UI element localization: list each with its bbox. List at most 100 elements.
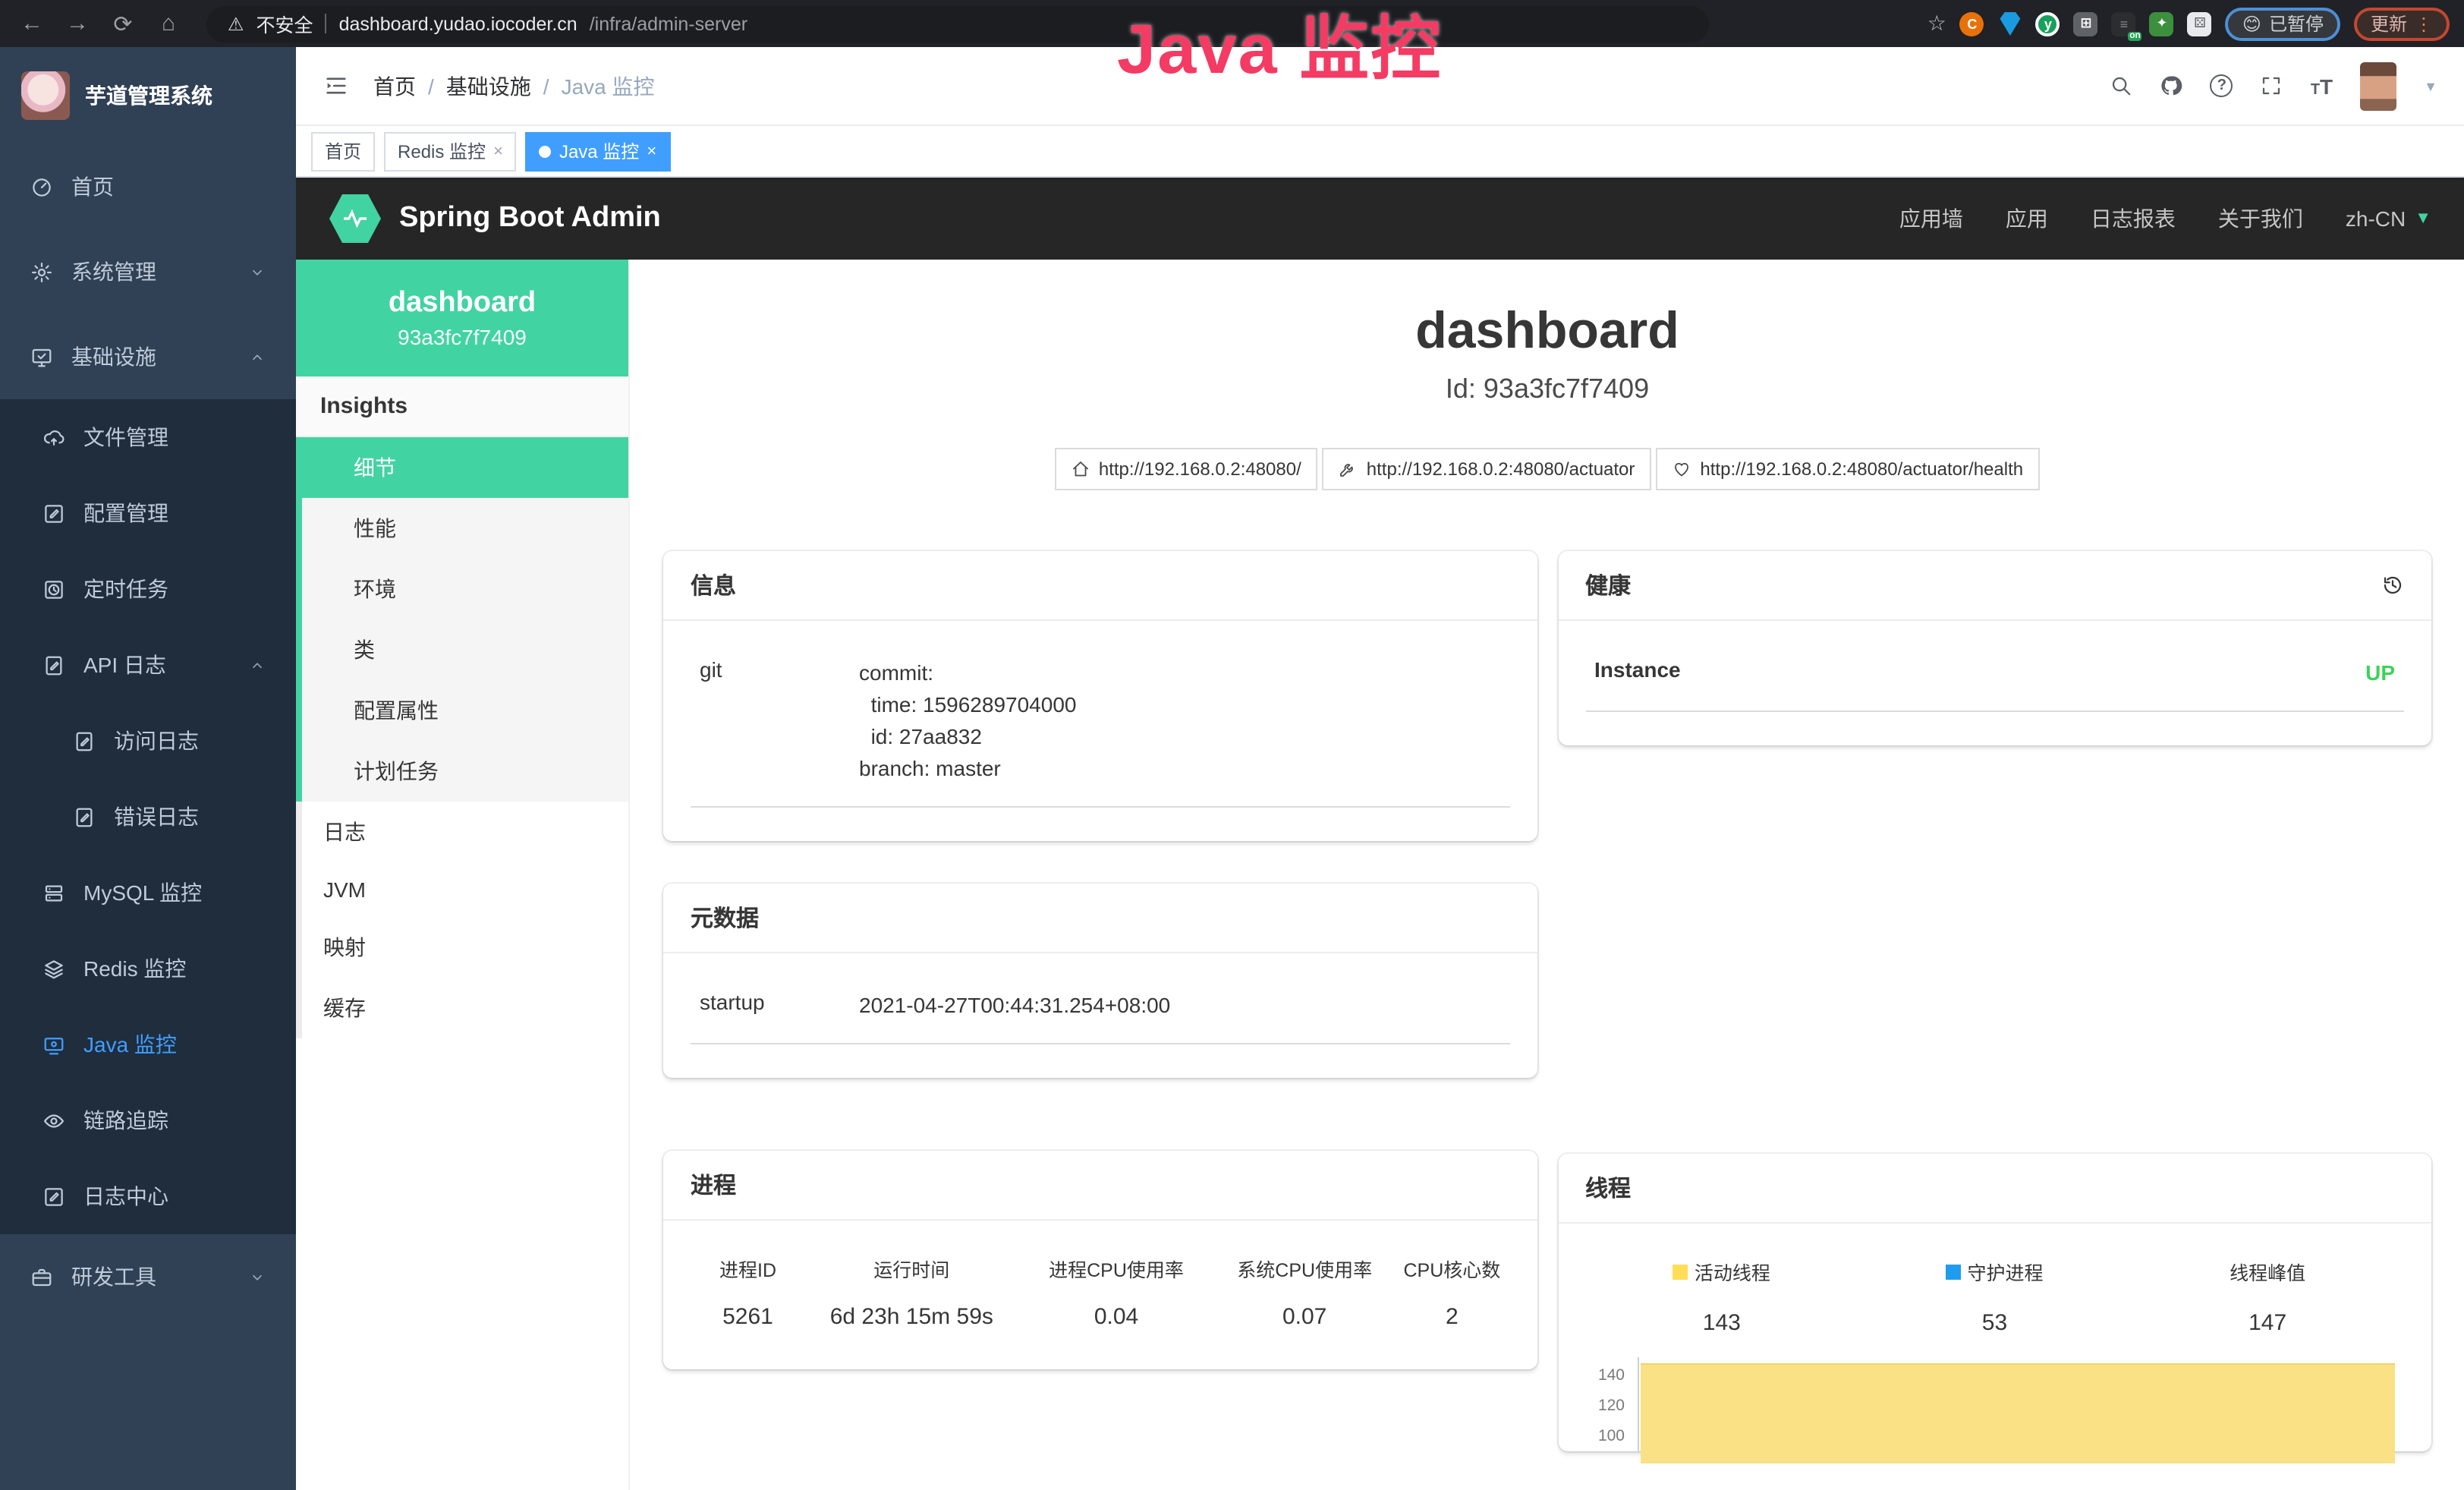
tags-view: 首页 Redis 监控 × Java 监控 × (296, 126, 2464, 178)
sidebar-item-log-center[interactable]: 日志中心 (0, 1158, 296, 1234)
threads-card: 线程 活动线程 守护进 (1558, 1154, 2431, 1451)
instance-health-row[interactable]: Instance UP (1585, 645, 2404, 712)
browser-menu-icon[interactable]: ⋮ (2415, 13, 2433, 34)
extension-icon-5[interactable]: ≡on (2112, 11, 2136, 36)
startup-value: 2021-04-27T00:44:31.254+08:00 (859, 990, 1500, 1022)
doc-edit-icon (73, 729, 96, 752)
actuator-url-link[interactable]: http://192.168.0.2:48080/actuator (1323, 448, 1652, 490)
chevron-down-icon (249, 263, 266, 280)
live-threads-area-series (1640, 1363, 2395, 1463)
instance-details: dashboard Id: 93a3fc7f7409 http://192.16… (630, 260, 2464, 1490)
github-icon[interactable] (2160, 74, 2183, 97)
yellow-swatch-icon (1673, 1264, 1688, 1279)
extension-icon-4[interactable]: ⊞ (2074, 11, 2098, 36)
home-icon[interactable]: ⌂ (152, 11, 185, 36)
extension-puzzle-icon[interactable]: ⚄ (2188, 11, 2212, 36)
menu-item-details[interactable]: 细节 (302, 437, 628, 498)
close-icon[interactable]: × (647, 142, 656, 160)
cloud-upload-icon (42, 426, 65, 449)
extension-icon-6[interactable]: ✦ (2150, 11, 2174, 36)
url-divider (326, 14, 327, 33)
instance-id-subtitle: Id: 93a3fc7f7409 (630, 373, 2464, 405)
security-warning-icon[interactable]: ⚠ (228, 13, 244, 34)
sidebar-item-error-log[interactable]: 错误日志 (0, 779, 296, 855)
sidebar-item-infra[interactable]: 基础设施 (0, 314, 296, 399)
sidebar-item-redis[interactable]: Redis 监控 (0, 931, 296, 1006)
screen: ← → ⟳ ⌂ ⚠ 不安全 dashboard.yudao.iocoder.cn… (0, 0, 2464, 1490)
url-host: dashboard.yudao.iocoder.cn (339, 13, 577, 34)
menu-item-scheduled-tasks[interactable]: 计划任务 (302, 741, 628, 802)
sidebar-item-jobs[interactable]: 定时任务 (0, 551, 296, 627)
sba-brand[interactable]: Spring Boot Admin (399, 202, 661, 235)
legend-peak-threads: 线程峰值 (2131, 1257, 2404, 1286)
legend-live-threads: 活动线程 (1585, 1257, 1858, 1286)
sba-nav-wallboard[interactable]: 应用墙 (1899, 203, 1963, 234)
process-table: 进程ID 运行时间 进程CPU使用率 系统CPU使用率 CPU核心数 5261 … (691, 1245, 1509, 1357)
ytick-140: 140 (1598, 1366, 1625, 1384)
sba-nav-about[interactable]: 关于我们 (2218, 203, 2303, 234)
breadcrumb-infra[interactable]: 基础设施 (446, 71, 531, 101)
user-menu-caret-icon[interactable]: ▼ (2424, 78, 2437, 93)
sidebar-item-tracing[interactable]: 链路追踪 (0, 1082, 296, 1158)
menu-item-mappings[interactable]: 映射 (302, 917, 628, 978)
sidebar-item-java-monitor[interactable]: Java 监控 (0, 1006, 296, 1082)
wrench-icon (1339, 460, 1358, 478)
extension-icon-2[interactable] (1998, 11, 2022, 36)
blue-swatch-icon (1946, 1264, 1961, 1279)
fullscreen-icon[interactable] (2261, 74, 2283, 97)
health-url-link[interactable]: http://192.168.0.2:48080/actuator/health (1656, 448, 2040, 490)
menu-item-jvm[interactable]: JVM (302, 862, 628, 917)
col-system-cpu: 系统CPU使用率 (1215, 1254, 1395, 1283)
forward-icon[interactable]: → (61, 11, 94, 36)
paused-badge[interactable]: 😊已暂停 (2226, 7, 2340, 40)
address-bar[interactable]: ⚠ 不安全 dashboard.yudao.iocoder.cn/infra/a… (206, 5, 1709, 42)
val-pid: 5261 (691, 1304, 805, 1330)
sidebar-item-home[interactable]: 首页 (0, 144, 296, 229)
menu-item-config-props[interactable]: 配置属性 (302, 680, 628, 741)
menu-item-classes[interactable]: 类 (302, 619, 628, 680)
font-size-icon[interactable]: TT (2311, 74, 2333, 98)
sidebar-item-mysql[interactable]: MySQL 监控 (0, 855, 296, 931)
sba-nav-applications[interactable]: 应用 (2006, 203, 2048, 234)
bookmark-star-icon[interactable]: ☆ (1927, 11, 1946, 36)
sidebar-item-files[interactable]: 文件管理 (0, 399, 296, 475)
sba-nav-journal[interactable]: 日志报表 (2091, 203, 2176, 234)
metadata-card-title: 元数据 (691, 902, 759, 934)
menu-item-logs[interactable]: 日志 (302, 802, 628, 862)
locale-select[interactable]: zh-CN ▼ (2346, 206, 2431, 231)
sidebar-item-access-log[interactable]: 访问日志 (0, 703, 296, 779)
close-icon[interactable]: × (493, 142, 503, 160)
sidebar-item-devtools[interactable]: 研发工具 (0, 1234, 296, 1319)
app-logo (21, 71, 70, 120)
val-peak-threads: 147 (2131, 1310, 2404, 1336)
sidebar-item-api-log[interactable]: API 日志 (0, 627, 296, 703)
update-button[interactable]: 更新⋮ (2354, 7, 2450, 40)
history-icon[interactable] (2381, 574, 2404, 597)
search-icon[interactable] (2110, 74, 2133, 97)
menu-item-metrics[interactable]: 性能 (302, 498, 628, 559)
app-title: 芋道管理系统 (85, 80, 212, 111)
tag-java-monitor[interactable]: Java 监控 × (526, 131, 670, 171)
reload-icon[interactable]: ⟳ (106, 10, 140, 37)
instance-header[interactable]: dashboard 93a3fc7f7409 (296, 260, 628, 376)
security-warning-label[interactable]: 不安全 (256, 9, 313, 38)
help-icon[interactable]: ? (2211, 74, 2233, 97)
chart-plot-area (1637, 1357, 2395, 1451)
tag-home[interactable]: 首页 (311, 131, 375, 171)
menu-item-environment[interactable]: 环境 (302, 559, 628, 619)
service-url-link[interactable]: http://192.168.0.2:48080/ (1055, 448, 1318, 490)
sidebar-item-config[interactable]: 配置管理 (0, 475, 296, 551)
collapse-sidebar-icon[interactable] (323, 73, 349, 99)
chevron-down-icon: ▼ (2415, 209, 2431, 228)
tag-redis-monitor[interactable]: Redis 监控 × (384, 131, 517, 171)
extension-icon-1[interactable]: C (1960, 11, 1984, 36)
sidebar-item-system[interactable]: 系统管理 (0, 229, 296, 314)
back-icon[interactable]: ← (15, 11, 49, 36)
breadcrumb-home[interactable]: 首页 (373, 71, 416, 101)
instance-label: Instance (1594, 657, 2365, 689)
col-cpus: CPU核心数 (1395, 1254, 1509, 1283)
menu-item-caches[interactable]: 缓存 (302, 978, 628, 1038)
extension-icon-3[interactable]: y (2036, 11, 2060, 36)
database-icon (42, 881, 65, 904)
avatar[interactable] (2360, 61, 2396, 110)
